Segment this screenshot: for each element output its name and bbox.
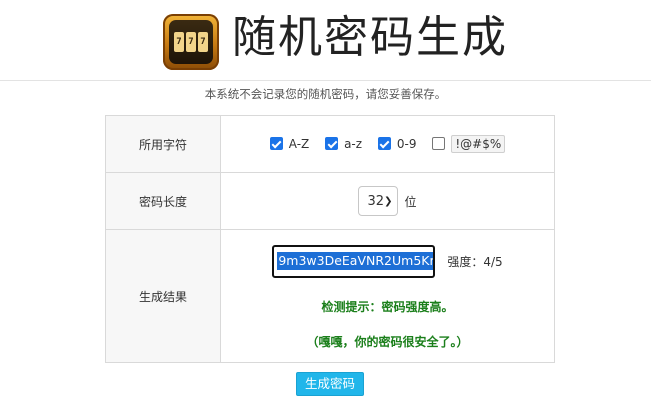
safety-tip: （嘎嘎，你的密码很安全了。） — [306, 334, 469, 349]
password-form-table: 所用字符 A-Z a-z 0-9 !@#$% 密码长度 32 ❯ 位 生成结果 … — [105, 115, 555, 363]
symbols-label: !@#$% — [451, 134, 506, 153]
symbols-checkbox[interactable] — [432, 137, 446, 151]
generate-password-button[interactable]: 生成密码 — [296, 372, 364, 396]
digits-checkbox[interactable] — [377, 137, 391, 151]
charset-option-lowercase[interactable]: a-z — [325, 137, 362, 151]
uppercase-checkbox[interactable] — [269, 137, 283, 151]
result-row: 生成结果 9m3w3DeEaVNR2Um5Kr 强度：4/5 检测提示：密码强度… — [105, 229, 555, 363]
length-label: 密码长度 — [105, 172, 221, 230]
charset-options: A-Z a-z 0-9 !@#$% — [220, 115, 555, 173]
lowercase-checkbox[interactable] — [325, 137, 339, 151]
result-content: 9m3w3DeEaVNR2Um5Kr 强度：4/5 检测提示：密码强度高。 （嘎… — [220, 229, 555, 363]
password-text[interactable]: 9m3w3DeEaVNR2Um5Kr — [277, 252, 434, 270]
logo-slot: 7 — [198, 32, 208, 52]
chevron-down-icon: ❯ — [384, 195, 393, 207]
slot-machine-logo-icon: 7 7 7 — [163, 14, 219, 70]
logo-slot: 7 — [174, 32, 184, 52]
page-subtitle: 本系统不会记录您的随机密码，请您妥善保存。 — [204, 87, 447, 101]
logo-slot: 7 — [186, 32, 196, 52]
strength-check-tip: 检测提示：密码强度高。 — [321, 299, 454, 314]
strength-indicator: 强度：4/5 — [447, 254, 503, 269]
length-select-value: 32 — [367, 193, 385, 209]
charset-option-symbols[interactable]: !@#$% — [432, 134, 506, 153]
result-label: 生成结果 — [105, 229, 221, 363]
length-unit: 位 — [404, 194, 417, 209]
charset-option-digits[interactable]: 0-9 — [377, 136, 417, 151]
page-header: 7 7 7 随机密码生成 — [0, 0, 651, 80]
charset-label: 所用字符 — [105, 115, 221, 173]
length-select[interactable]: 32 ❯ — [358, 186, 399, 216]
length-control: 32 ❯ 位 — [220, 172, 555, 230]
charset-option-uppercase[interactable]: A-Z — [269, 136, 310, 151]
lowercase-label: a-z — [344, 136, 363, 151]
page-title: 随机密码生成 — [232, 12, 508, 63]
header-divider — [0, 80, 651, 81]
charset-row: 所用字符 A-Z a-z 0-9 !@#$% — [105, 115, 555, 173]
password-output-field[interactable]: 9m3w3DeEaVNR2Um5Kr — [272, 244, 436, 278]
length-row: 密码长度 32 ❯ 位 — [105, 172, 555, 230]
digits-label: 0-9 — [396, 136, 417, 151]
uppercase-label: A-Z — [288, 136, 310, 151]
